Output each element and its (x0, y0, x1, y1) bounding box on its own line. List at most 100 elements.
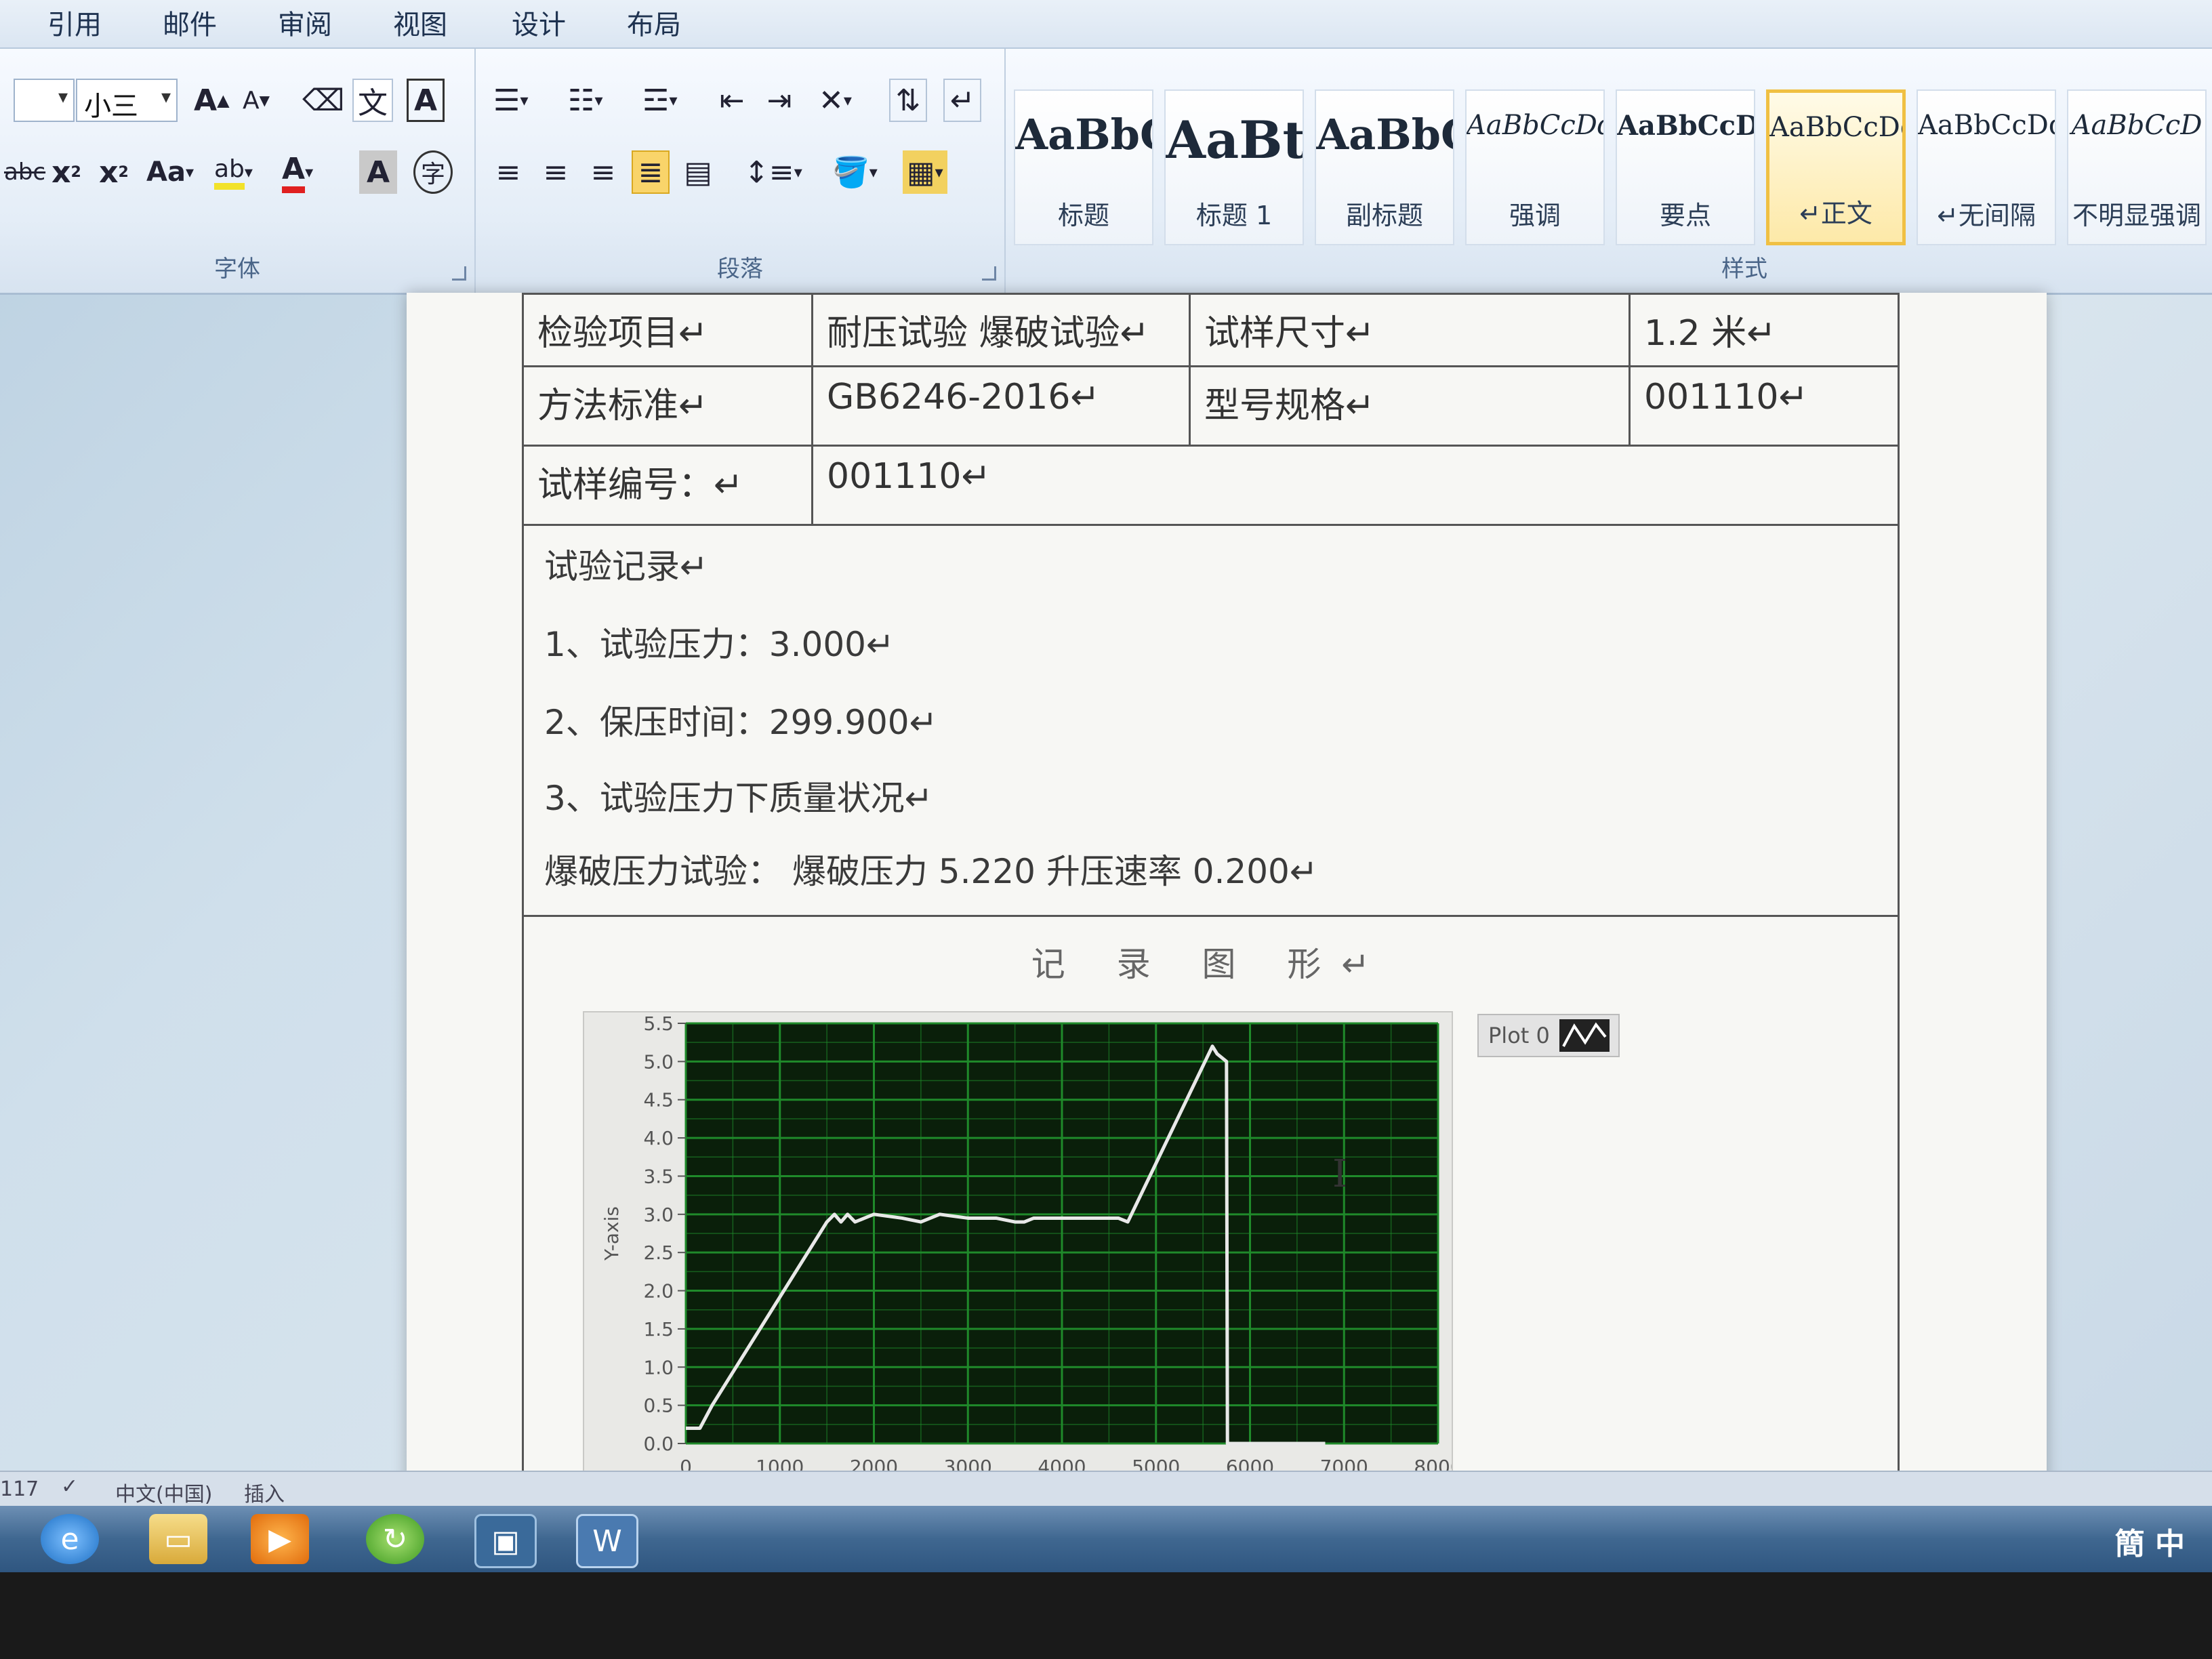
ribbon-tab-bar: 引用 邮件 审阅 视图 设计 布局 (0, 0, 2212, 49)
style-sample: AaBbCcDd (1467, 110, 1603, 141)
record-line: 1、试验压力：3.000↵ (544, 625, 895, 664)
font-dialog-launcher-icon[interactable] (452, 266, 466, 281)
test-record-cell[interactable]: 试验记录↵ 1、试验压力：3.000↵ 2、保压时间：299.900↵ 3、试验… (522, 524, 1900, 917)
increase-indent-button[interactable]: ⇥ (760, 79, 798, 122)
status-insert-mode[interactable]: 插入 (244, 1477, 285, 1507)
grow-font-button[interactable]: A ▲ (190, 79, 234, 122)
word-app-icon[interactable]: W (576, 1514, 638, 1568)
table-cell-label[interactable]: 试样编号：↵ (522, 445, 813, 526)
style-name: 强调 (1509, 201, 1561, 230)
enclose-char-button[interactable]: 字 (413, 150, 453, 194)
tab-design[interactable]: 设计 (512, 3, 566, 42)
table-cell-value[interactable]: 001110↵ (811, 445, 1900, 526)
tab-view[interactable]: 视图 (393, 3, 447, 42)
table-cell-value[interactable]: 耐压试验 爆破试验↵ (811, 293, 1191, 367)
table-cell-label[interactable]: 检验项目↵ (522, 293, 813, 367)
paragraph-dialog-launcher-icon[interactable] (982, 266, 996, 281)
subscript-icon: x (52, 155, 71, 190)
superscript-icon: x (99, 155, 119, 190)
status-bar: 117 ✓ 中文(中国) 插入 (0, 1471, 2212, 1507)
chart-legend: Plot 0 (1477, 1014, 1620, 1057)
ie-icon[interactable]: e (41, 1514, 99, 1564)
highlight-button[interactable]: ab ▾ (210, 150, 257, 194)
table-cell-label[interactable]: 型号规格↵ (1189, 365, 1631, 447)
line-spacing-button[interactable]: ↕≡ ▾ (740, 150, 806, 194)
sort-icon: ⇅ (895, 83, 921, 118)
record-line: 2、保压时间：299.900↵ (544, 703, 938, 742)
bullets-button[interactable]: ☰ ▾ (489, 79, 533, 122)
sync-app-icon[interactable]: ↻ (366, 1514, 424, 1564)
chart-caption: 记 录 图 形↵ (1031, 945, 1391, 984)
font-group: ▾ 小三 ▾ A ▲ A ▼ ⌫ 文 A abc x2 x2 Aa ▾ ab ▾ A ▾ A… (0, 49, 476, 293)
table-cell-label[interactable]: 试样尺寸↵ (1189, 293, 1631, 367)
proofing-icon[interactable]: ✓ (61, 1475, 78, 1498)
style-card[interactable]: AaBbC(副标题 (1315, 89, 1454, 245)
numbering-button[interactable]: ☷ ▾ (564, 79, 607, 122)
font-name-combo[interactable]: ▾ (14, 79, 75, 122)
style-card[interactable]: AaBbCcDd 强调 (1465, 89, 1605, 245)
borders-button[interactable]: ▦ ▾ (903, 150, 947, 194)
y-tick-label: 4.0 (643, 1127, 674, 1149)
shading-button[interactable]: 🪣 ▾ (828, 150, 882, 194)
distributed-button[interactable]: ▤ (679, 150, 717, 194)
styles-group: AaBbC(标题AaBt标题 1AaBbC(副标题AaBbCcDd强调AaBbC… (1006, 49, 2212, 293)
chinese-layout-icon: ✕ (819, 83, 844, 118)
style-sample: AaBbCcDd (1617, 110, 1754, 142)
explorer-folder-icon[interactable]: ▭ (149, 1514, 207, 1564)
labview-app-icon[interactable]: ▣ (474, 1514, 537, 1568)
record-heading: 试验记录↵ (544, 547, 708, 586)
table-cell-value[interactable]: 001110↵ (1629, 365, 1900, 447)
table-cell-label[interactable]: 方法标准↵ (522, 365, 813, 447)
distributed-icon: ▤ (684, 155, 712, 190)
subscript-button[interactable]: x2 (47, 150, 85, 194)
show-marks-button[interactable]: ↵ (943, 79, 981, 122)
superscript-button[interactable]: x2 (95, 150, 133, 194)
tab-review[interactable]: 审阅 (278, 3, 332, 42)
align-left-button[interactable]: ≡ (489, 150, 527, 194)
style-name: 副标题 (1345, 201, 1423, 230)
char-shading-button[interactable]: A (359, 150, 397, 194)
style-card[interactable]: AaBt 标题 1 (1164, 89, 1304, 245)
y-tick-label: 3.5 (643, 1165, 674, 1187)
chinese-layout-button[interactable]: ✕ ▾ (815, 79, 856, 122)
shrink-font-button[interactable]: A ▼ (237, 79, 275, 122)
style-card[interactable]: AaBbCcD 不明显强调 (2067, 89, 2207, 245)
char-border-button[interactable]: A (407, 79, 445, 122)
paragraph-mark-icon: ↵ (949, 83, 975, 118)
multilevel-list-button[interactable]: ☲ ▾ (638, 79, 682, 122)
font-color-button[interactable]: A ▾ (278, 150, 317, 194)
style-card[interactable]: AaBbCcDd 要点 (1616, 89, 1755, 245)
tab-mailings[interactable]: 邮件 (163, 3, 217, 42)
char-border-icon: A (413, 83, 438, 118)
decrease-indent-button[interactable]: ⇤ (713, 79, 751, 122)
eraser-icon: ⌫ (302, 83, 345, 118)
legend-label: Plot 0 (1488, 1023, 1550, 1048)
style-card[interactable]: AaBbCcDd ↵无间隔 (1917, 89, 2056, 245)
bullet-list-icon: ☰ (493, 83, 520, 118)
align-right-button[interactable]: ≡ (584, 150, 622, 194)
grow-font-icon: A (194, 83, 218, 118)
justify-button[interactable]: ≣ (632, 150, 670, 194)
strikethrough-button[interactable]: abc (0, 150, 49, 194)
table-cell-value[interactable]: GB6246-2016↵ (811, 365, 1191, 447)
record-line: 3、试验压力下质量状况↵ (544, 779, 933, 818)
table-cell-value[interactable]: 1.2 米↵ (1629, 293, 1900, 367)
tab-layout[interactable]: 布局 (627, 3, 681, 42)
style-card[interactable]: AaBbCcDd ↵正文 (1766, 89, 1906, 245)
font-size-combo[interactable]: 小三 ▾ (76, 79, 178, 122)
paint-bucket-icon: 🪣 (832, 155, 869, 190)
document-page[interactable]: 检验项目↵ 耐压试验 爆破试验↵ 试样尺寸↵ 1.2 米↵ 方法标准↵ GB62… (407, 293, 2047, 1502)
ime-tray[interactable]: 簡 中 (2115, 1519, 2185, 1563)
sort-button[interactable]: ⇅ (889, 79, 927, 122)
clear-format-button[interactable]: ⌫ (298, 79, 348, 122)
style-card[interactable]: AaBbC(标题 (1014, 89, 1153, 245)
y-axis-label: Y-axis (600, 1206, 623, 1261)
pressure-chart: 0.0 0.5 1.0 1.5 2.0 2.5 3.0 3.5 4.0 4.5 5.0 5.5 0 100… (583, 1011, 1462, 1502)
media-player-icon[interactable]: ▶ (251, 1514, 309, 1564)
tab-references[interactable]: 引用 (47, 3, 102, 42)
align-center-button[interactable]: ≡ (537, 150, 575, 194)
status-language[interactable]: 中文(中国) (115, 1477, 212, 1507)
phonetic-guide-button[interactable]: 文 (352, 79, 393, 122)
font-color-icon: A (282, 152, 306, 193)
change-case-button[interactable]: Aa ▾ (142, 150, 198, 194)
